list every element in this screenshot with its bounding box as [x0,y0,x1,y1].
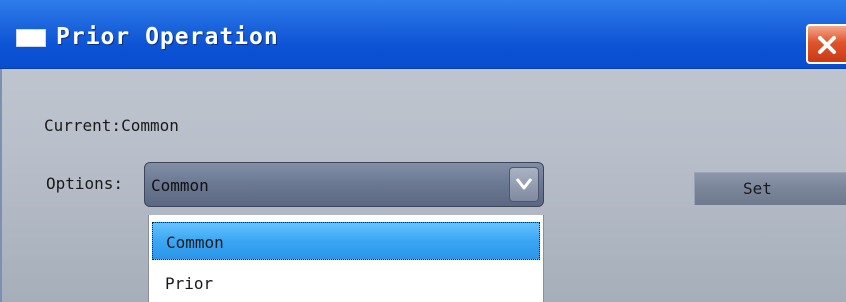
prior-operation-dialog: Prior Operation Current:Common Options: … [0,0,846,302]
option-label: Common [166,233,224,252]
options-dropdown-list: Common Prior [148,215,544,302]
dropdown-button[interactable] [509,167,539,202]
current-mode-text: Current:Common [44,116,179,135]
options-combobox[interactable]: Common [144,162,544,207]
set-button[interactable]: Set [694,172,846,205]
chevron-down-icon [515,178,533,190]
close-icon [818,36,836,54]
options-label: Options: [46,174,124,193]
option-common[interactable]: Common [152,222,540,260]
option-prior[interactable]: Prior [152,264,540,302]
option-label: Prior [165,274,214,293]
close-button[interactable] [806,24,846,64]
title-bar[interactable]: Prior Operation [0,0,846,69]
options-selected-value: Common [151,176,209,195]
set-button-label: Set [743,179,772,198]
window-title: Prior Operation [56,24,279,50]
window-icon [16,29,46,47]
